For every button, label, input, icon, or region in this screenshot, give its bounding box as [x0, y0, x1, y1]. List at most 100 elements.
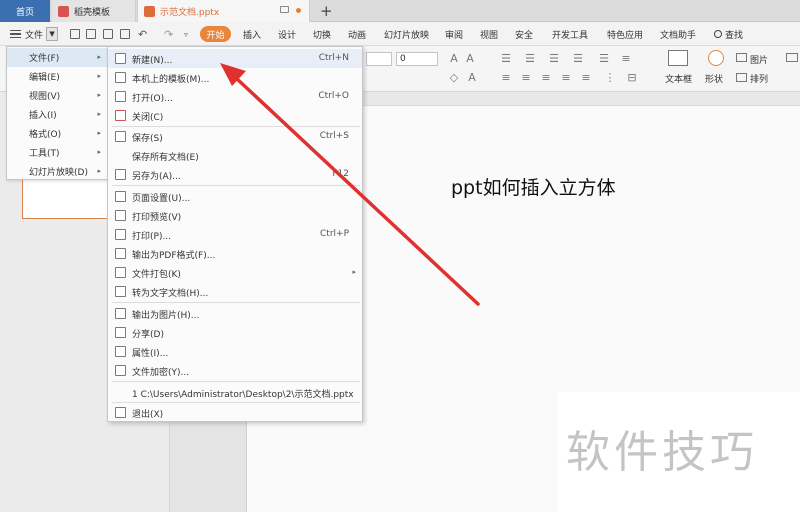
- search-button[interactable]: 查找: [714, 22, 743, 46]
- shape-icon[interactable]: [708, 50, 724, 66]
- slide-title-text[interactable]: ppt如何插入立方体: [451, 173, 616, 200]
- print-icon: [115, 229, 126, 240]
- menu-item-share[interactable]: 分享(D): [108, 323, 362, 342]
- columns-icon[interactable]: ⋮: [604, 72, 616, 84]
- menu-slideshow[interactable]: 幻灯片放映(D) ▸: [7, 162, 107, 181]
- file-menu-button[interactable]: 文件 ▼: [10, 22, 59, 46]
- menu-item-label: 页面设置(U)...: [132, 194, 191, 204]
- numbered-list-icon[interactable]: ☰: [524, 53, 536, 65]
- menu-item-print-preview[interactable]: 打印预览(V): [108, 206, 362, 225]
- menu-view[interactable]: 视图(V) ▸: [7, 86, 107, 105]
- menu-item-export-pdf[interactable]: 输出为PDF格式(F)...: [108, 244, 362, 263]
- tab-template[interactable]: 稻壳模板: [52, 0, 136, 22]
- tab-home[interactable]: 首页: [0, 0, 50, 22]
- menu-item-label: 关闭(C): [132, 113, 164, 123]
- tab-security[interactable]: 安全: [515, 22, 533, 46]
- menu-tools[interactable]: 工具(T) ▸: [7, 143, 107, 162]
- menu-file-label: 文件(F): [29, 54, 60, 64]
- export-pdf-icon[interactable]: [86, 29, 96, 39]
- page-setup-icon: [115, 191, 126, 202]
- file-submenu: 新建(N)... Ctrl+N 本机上的模板(M)... 打开(O)... Ctrl…: [107, 46, 363, 422]
- menu-item-save-all[interactable]: 保存所有文档(E): [108, 146, 362, 165]
- tab-assistant[interactable]: 文档助手: [660, 22, 696, 46]
- menu-format[interactable]: 格式(O) ▸: [7, 124, 107, 143]
- share-icon: [115, 327, 126, 338]
- menu-item-open[interactable]: 打开(O)... Ctrl+O: [108, 87, 362, 106]
- tab-review[interactable]: 审阅: [445, 22, 463, 46]
- text-direction-icon[interactable]: ≡: [620, 53, 632, 65]
- menu-item-properties[interactable]: 属性(I)...: [108, 342, 362, 361]
- shortcut-label: Ctrl+N: [318, 53, 349, 63]
- menu-item-exit[interactable]: 退出(X): [108, 403, 362, 422]
- textbox-icon[interactable]: [668, 50, 688, 66]
- arrange-button[interactable]: 排列: [750, 72, 768, 85]
- menu-item-label: 输出为图片(H)...: [132, 311, 200, 321]
- menu-item-save[interactable]: 保存(S) Ctrl+S: [108, 127, 362, 146]
- menu-item-local-template[interactable]: 本机上的模板(M)...: [108, 68, 362, 87]
- tab-view[interactable]: 视图: [480, 22, 498, 46]
- distribute-icon[interactable]: ≡: [580, 72, 592, 84]
- menu-item-new[interactable]: 新建(N)... Ctrl+N: [108, 49, 362, 68]
- menu-file[interactable]: 文件(F) ▸: [7, 48, 107, 67]
- tab-start[interactable]: 开始: [200, 26, 231, 42]
- tab-document[interactable]: 示范文档.pptx: [137, 0, 310, 22]
- menu-edit[interactable]: 编辑(E) ▸: [7, 67, 107, 86]
- tab-transition[interactable]: 切换: [313, 22, 331, 46]
- menu-item-print[interactable]: 打印(P)... Ctrl+P: [108, 225, 362, 244]
- text-align-icon[interactable]: ⊟: [626, 72, 638, 84]
- menu-slideshow-label: 幻灯片放映(D): [29, 168, 88, 178]
- clear-format-icon[interactable]: ◇: [448, 72, 460, 84]
- pdf-icon: [115, 248, 126, 259]
- customize-icon[interactable]: ▿: [184, 22, 188, 46]
- tab-special[interactable]: 特色应用: [607, 22, 643, 46]
- menu-item-to-text[interactable]: 转为文字文档(H)...: [108, 282, 362, 301]
- indent-increase-icon[interactable]: ☰: [572, 53, 584, 65]
- picture-button[interactable]: 图片: [750, 53, 768, 66]
- justify-icon[interactable]: ≡: [560, 72, 572, 84]
- tab-developer[interactable]: 开发工具: [552, 22, 588, 46]
- menu-item-close[interactable]: 关闭(C): [108, 106, 362, 125]
- textbox-button[interactable]: 文本框: [665, 72, 692, 85]
- menu-edit-label: 编辑(E): [29, 73, 60, 83]
- chevron-down-icon[interactable]: ▼: [46, 27, 59, 41]
- main-toolbar: 文件 ▼ ↶ ↷ ▿ 开始 插入 设计 切换 动画 幻灯片放映 审阅 视图 安全…: [0, 22, 800, 46]
- align-right-icon[interactable]: ≡: [540, 72, 552, 84]
- menu-separator: [112, 185, 360, 186]
- menu-item-page-setup[interactable]: 页面设置(U)...: [108, 187, 362, 206]
- font-shrink-icon[interactable]: A: [464, 53, 476, 65]
- menu-item-encrypt[interactable]: 文件加密(Y)...: [108, 361, 362, 380]
- tab-animation[interactable]: 动画: [348, 22, 366, 46]
- redo-icon[interactable]: ↷: [164, 22, 173, 46]
- line-spacing-icon[interactable]: ☰: [598, 53, 610, 65]
- properties-icon: [115, 346, 126, 357]
- menu-item-label: 转为文字文档(H)...: [132, 289, 209, 299]
- align-center-icon[interactable]: ≡: [520, 72, 532, 84]
- tab-slideshow[interactable]: 幻灯片放映: [384, 22, 429, 46]
- font-color-icon[interactable]: A: [466, 72, 478, 84]
- tab-design[interactable]: 设计: [278, 22, 296, 46]
- new-tab-button[interactable]: +: [320, 2, 333, 20]
- undo-icon[interactable]: ↶: [138, 22, 147, 46]
- shape-button[interactable]: 形状: [705, 72, 723, 85]
- menu-item-export-image[interactable]: 输出为图片(H)...: [108, 304, 362, 323]
- menu-insert[interactable]: 插入(I) ▸: [7, 105, 107, 124]
- indent-decrease-icon[interactable]: ☰: [548, 53, 560, 65]
- more-icon[interactable]: [786, 53, 798, 62]
- align-left-icon[interactable]: ≡: [500, 72, 512, 84]
- menu-item-label: 另存为(A)...: [132, 172, 181, 182]
- menu-item-package[interactable]: 文件打包(K) ▸: [108, 263, 362, 282]
- window-icon[interactable]: [280, 6, 289, 13]
- bullet-list-icon[interactable]: ☰: [500, 53, 512, 65]
- font-name-field[interactable]: [366, 52, 392, 66]
- print-preview-icon[interactable]: [120, 29, 130, 39]
- tab-insert[interactable]: 插入: [243, 22, 261, 46]
- font-grow-icon[interactable]: A: [448, 53, 460, 65]
- save-icon[interactable]: [70, 29, 80, 39]
- package-icon: [115, 267, 126, 278]
- font-size-field[interactable]: 0: [396, 52, 438, 66]
- print-icon[interactable]: [103, 29, 113, 39]
- tab-start-label: 开始: [206, 30, 225, 41]
- menu-separator: [112, 302, 360, 303]
- menu-item-recent-file[interactable]: 1 C:\Users\Administrator\Desktop\2\示范文档.…: [108, 383, 362, 402]
- menu-item-save-as[interactable]: 另存为(A)... F12: [108, 165, 362, 184]
